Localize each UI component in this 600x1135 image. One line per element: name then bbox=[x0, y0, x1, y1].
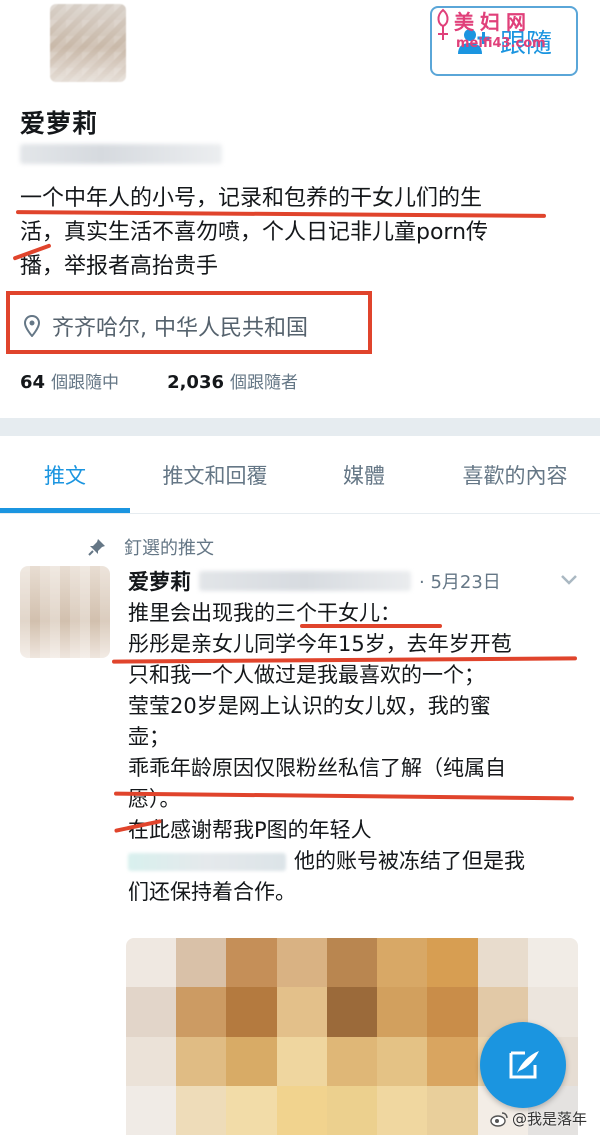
bio-line: 活，真实生活不喜勿喷，个人日记非儿童porn传 bbox=[20, 220, 489, 245]
tweet-text: 推里会出现我的三个干女儿： 彤彤是亲女儿同学今年15岁，去年岁开苞 只和我一个人… bbox=[128, 598, 583, 908]
profile-location: 齐齐哈尔, 中华人民共和国 bbox=[24, 310, 308, 342]
mosaic-tile bbox=[326, 1036, 378, 1086]
profile-display-name: 爱萝莉 bbox=[20, 109, 99, 138]
tweet-handle-blurred bbox=[199, 571, 411, 591]
tweet-line: 在此感谢帮我P图的年轻人 bbox=[128, 818, 372, 842]
mention-blurred bbox=[128, 853, 286, 871]
profile-handle-blurred bbox=[20, 144, 222, 164]
compose-tweet-button[interactable] bbox=[480, 1022, 566, 1108]
followers-label: 個跟隨者 bbox=[230, 373, 298, 393]
location-text: 齐齐哈尔, 中华人民共和国 bbox=[52, 316, 308, 341]
tweet-line: 乖乖年龄原因仅限粉丝私信了解（纯属自 bbox=[128, 756, 506, 780]
mosaic-tile bbox=[377, 938, 428, 988]
mosaic-tile bbox=[477, 938, 528, 988]
follow-button[interactable]: 跟隨 bbox=[430, 6, 578, 76]
profile-bio: 一个中年人的小号，记录和包养的干女儿们的生 活，真实生活不喜勿喷，个人日记非儿童… bbox=[20, 182, 580, 284]
tweet-avatar[interactable] bbox=[20, 566, 110, 658]
annotation-underline bbox=[300, 624, 442, 628]
bio-line: 播，举报者高抬贵手 bbox=[20, 254, 219, 279]
follow-button-label: 跟隨 bbox=[499, 28, 552, 59]
tweet-line-text: 他的账号被冻结了但是我 bbox=[294, 849, 525, 873]
weibo-icon bbox=[490, 1111, 508, 1127]
mosaic-tile bbox=[226, 987, 277, 1037]
mosaic-tile bbox=[126, 1085, 177, 1135]
mosaic-tile bbox=[326, 987, 378, 1037]
mosaic-tile bbox=[326, 1085, 378, 1135]
following-stat[interactable]: 64 個跟隨中 bbox=[20, 368, 119, 393]
profile-card: 跟隨 美妇网 meifi43.com 爱萝莉 一个中年人的小号，记录和包养的干女… bbox=[0, 0, 600, 418]
mosaic-tile bbox=[276, 1085, 327, 1135]
profile-avatar[interactable] bbox=[50, 4, 126, 82]
compose-feather-icon bbox=[509, 1051, 539, 1079]
following-label: 個跟隨中 bbox=[51, 373, 120, 393]
tweet-line-with-mention: 他的账号被冻结了但是我 bbox=[128, 846, 583, 877]
pinned-text: 釘選的推文 bbox=[124, 538, 214, 559]
mosaic-tile bbox=[176, 987, 227, 1037]
tweet-date[interactable]: · 5月23日 bbox=[419, 568, 501, 594]
mosaic-tile bbox=[226, 1036, 277, 1086]
tab-likes[interactable]: 喜歡的內容 bbox=[440, 436, 590, 514]
tab-tweets-replies[interactable]: 推文和回覆 bbox=[140, 436, 290, 514]
mosaic-tile bbox=[377, 987, 428, 1037]
tweet-header: 爱萝莉 · 5月23日 bbox=[128, 566, 501, 596]
weibo-credit: @我是落年 bbox=[490, 1108, 587, 1129]
section-divider bbox=[0, 418, 600, 436]
tweet-author-name[interactable]: 爱萝莉 bbox=[128, 566, 191, 596]
mosaic-tile bbox=[126, 1036, 177, 1086]
mosaic-tile bbox=[176, 938, 227, 988]
followers-count: 2,036 bbox=[167, 372, 224, 393]
following-count: 64 bbox=[20, 372, 46, 393]
mosaic-tile bbox=[276, 938, 327, 988]
mosaic-tile bbox=[226, 938, 277, 988]
mosaic-tile bbox=[377, 1085, 428, 1135]
mosaic-tile bbox=[427, 938, 478, 988]
mosaic-tile bbox=[427, 1036, 478, 1086]
location-pin-icon bbox=[24, 315, 40, 337]
person-add-icon bbox=[457, 29, 490, 54]
followers-stat[interactable]: 2,036 個跟隨者 bbox=[167, 368, 298, 393]
mosaic-tile bbox=[377, 1036, 428, 1086]
mosaic-tile bbox=[427, 1085, 478, 1135]
mosaic-tile bbox=[126, 938, 177, 988]
tab-tweets[interactable]: 推文 bbox=[0, 436, 130, 514]
profile-tabs: 推文 推文和回覆 媒體 喜歡的內容 bbox=[0, 436, 600, 514]
tweet-line: 只和我一个人做过是我最喜欢的一个； bbox=[128, 663, 485, 687]
mosaic-tile bbox=[427, 987, 478, 1037]
mosaic-tile bbox=[326, 938, 378, 988]
mosaic-tile bbox=[527, 938, 578, 988]
pinned-tweet-label: 釘選的推文 bbox=[88, 534, 214, 560]
profile-stats: 64 個跟隨中 2,036 個跟隨者 bbox=[20, 368, 298, 393]
pin-icon bbox=[88, 539, 105, 556]
chevron-down-icon[interactable] bbox=[560, 574, 578, 586]
tweet-line: 彤彤是亲女儿同学今年15岁，去年岁开苞 bbox=[128, 632, 512, 656]
mosaic-tile bbox=[226, 1085, 277, 1135]
mosaic-tile bbox=[276, 987, 327, 1037]
tweet-line: 们还保持着合作。 bbox=[128, 880, 296, 904]
tweet-line: 壶； bbox=[128, 725, 170, 749]
mosaic-tile bbox=[276, 1036, 327, 1086]
active-tab-indicator bbox=[0, 508, 130, 513]
mosaic-tile bbox=[176, 1085, 227, 1135]
mosaic-tile bbox=[126, 987, 177, 1037]
tweet-line: 莹莹20岁是网上认识的女儿奴，我的蜜 bbox=[128, 694, 491, 718]
weibo-credit-text: @我是落年 bbox=[512, 1110, 588, 1128]
tab-media[interactable]: 媒體 bbox=[300, 436, 428, 514]
mosaic-tile bbox=[176, 1036, 227, 1086]
